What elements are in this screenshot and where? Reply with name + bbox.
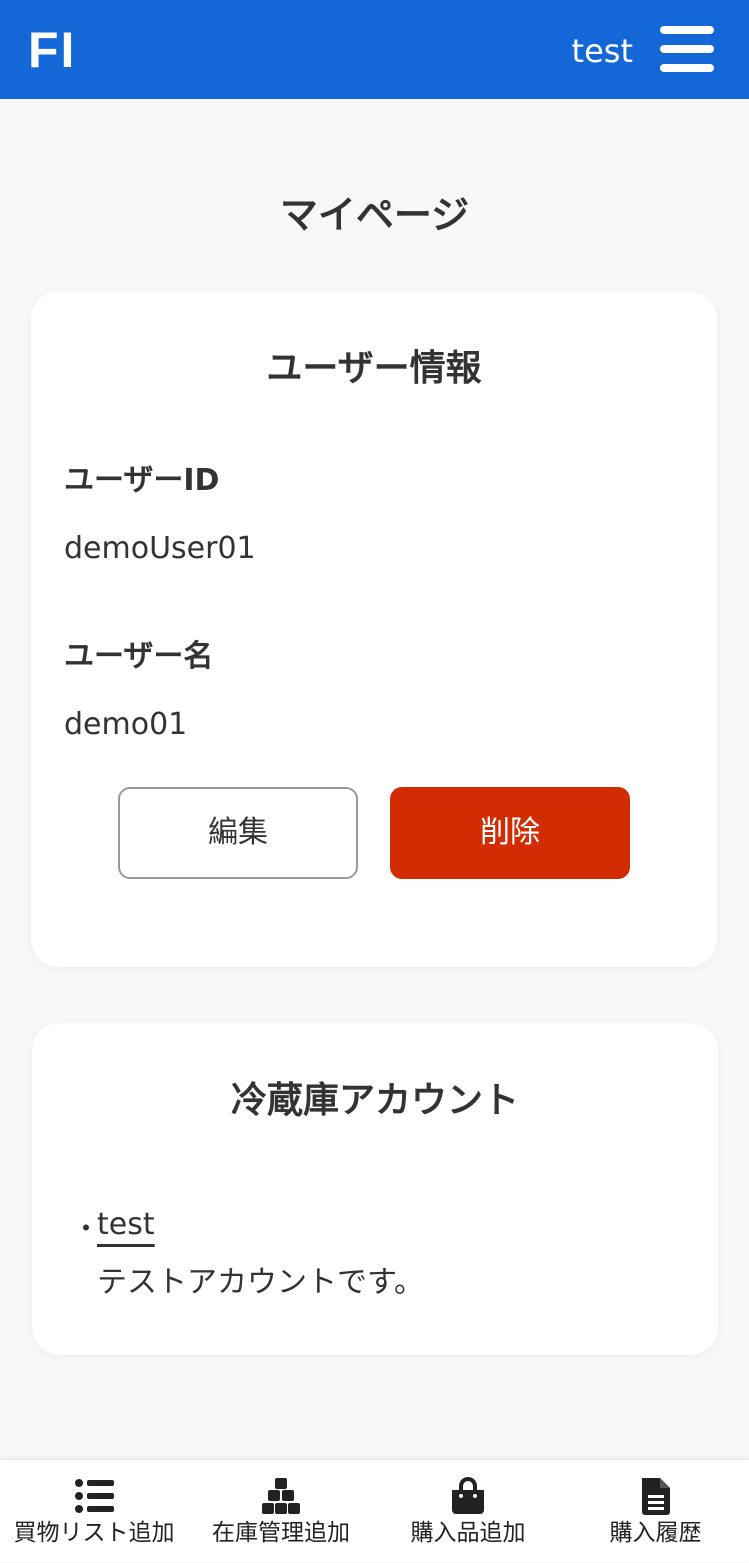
nav-item-history[interactable]: 購入履歴 xyxy=(562,1460,749,1563)
nav-item-shopping-list[interactable]: 買物リスト追加 xyxy=(0,1460,188,1563)
nav-label-shopping-list: 買物リスト追加 xyxy=(13,1520,175,1546)
user-name-value: demo01 xyxy=(64,707,188,742)
nav-item-purchase[interactable]: 購入品追加 xyxy=(374,1460,562,1563)
list-icon xyxy=(75,1479,114,1513)
fridge-account-card: 冷蔵庫アカウント ・ test テストアカウントです。 xyxy=(32,1023,718,1355)
fridge-account-title: 冷蔵庫アカウント xyxy=(230,1080,519,1121)
boxes-icon xyxy=(262,1478,300,1514)
fridge-account-link[interactable]: test xyxy=(97,1205,155,1245)
user-id-value: demoUser01 xyxy=(64,531,256,566)
nav-label-history: 購入履歴 xyxy=(609,1520,702,1546)
page-title: マイページ xyxy=(279,193,470,237)
app-header: FI test xyxy=(0,0,749,99)
user-id-label: ユーザーID xyxy=(64,463,220,498)
list-bullet: ・ xyxy=(72,1212,101,1245)
user-name-label: ユーザー名 xyxy=(64,639,214,674)
user-info-card: ユーザー情報 ユーザーID demoUser01 ユーザー名 demo01 編集… xyxy=(31,291,717,967)
hamburger-menu-icon[interactable] xyxy=(660,26,714,72)
app-logo[interactable]: FI xyxy=(28,22,76,78)
nav-label-inventory: 在庫管理追加 xyxy=(212,1520,350,1546)
document-icon xyxy=(642,1478,670,1515)
nav-label-purchase: 購入品追加 xyxy=(410,1520,526,1546)
nav-item-inventory[interactable]: 在庫管理追加 xyxy=(188,1460,374,1563)
delete-button[interactable]: 削除 xyxy=(390,787,630,879)
user-info-title: ユーザー情報 xyxy=(266,348,482,389)
edit-button[interactable]: 編集 xyxy=(118,787,358,879)
fridge-account-description: テストアカウントです。 xyxy=(97,1265,424,1300)
bottom-navigation: 買物リスト追加 在庫管理追加 購入品追加 購入履歴 xyxy=(0,1459,749,1562)
header-username: test xyxy=(571,32,633,70)
shopping-bag-icon xyxy=(452,1477,484,1514)
